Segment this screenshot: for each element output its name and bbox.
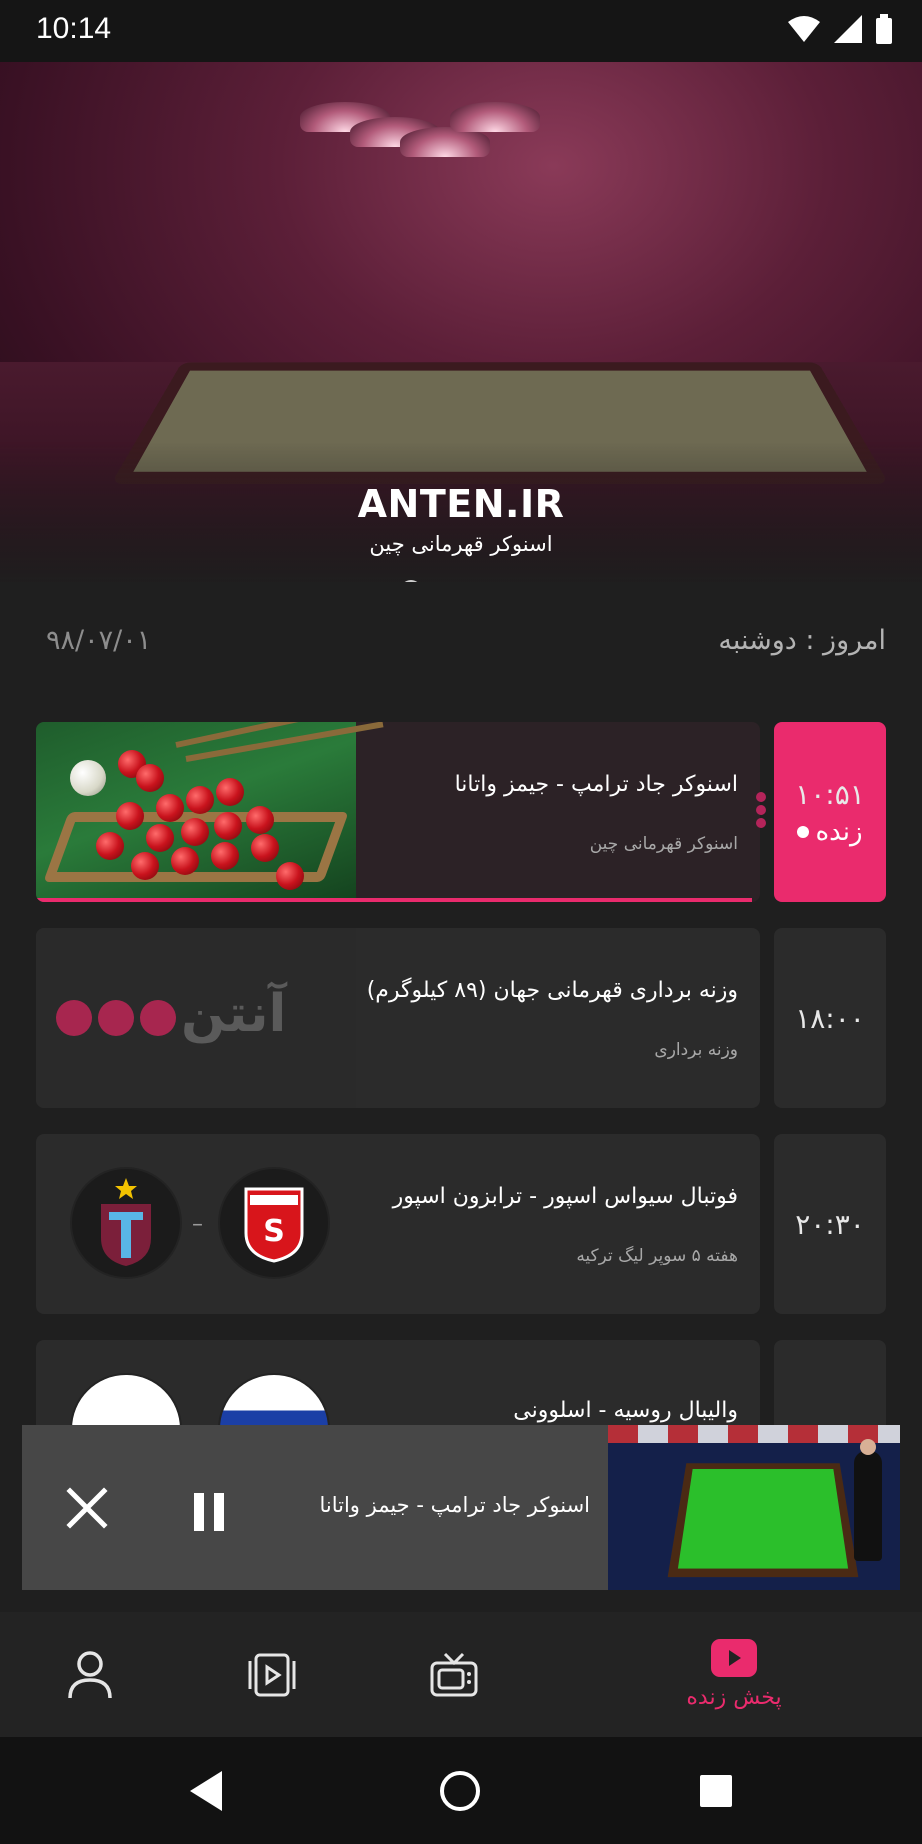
red-ball: [246, 806, 274, 834]
bottom-navigation: پخش زنده: [0, 1612, 922, 1737]
hero-banner[interactable]: ANTEN.IR اسنوکر قهرمانی چین: [0, 62, 922, 582]
today-label: امروز : دوشنبه: [718, 625, 886, 656]
hero-subtitle: اسنوکر قهرمانی چین: [369, 532, 553, 556]
red-ball: [186, 786, 214, 814]
recents-button[interactable]: [690, 1765, 742, 1817]
program-card[interactable]: – S فوتبال سیواس اسپور - ترابزون اسپور ه…: [36, 1134, 760, 1314]
program-category: هفته ۵ سوپر لیگ ترکیه: [576, 1246, 738, 1266]
mini-player[interactable]: اسنوکر جاد ترامپ - جیمز واتانا: [22, 1425, 900, 1590]
recents-icon: [700, 1775, 732, 1807]
program-time: ۱۸:۰۰: [795, 1001, 865, 1035]
live-badge: زنده: [797, 816, 863, 847]
home-icon: [440, 1771, 480, 1811]
red-ball: [156, 794, 184, 822]
sivasspor-logo-icon: S: [220, 1169, 328, 1277]
mini-player-video[interactable]: [608, 1425, 900, 1590]
mini-player-title: اسنوکر جاد ترامپ - جیمز واتانا: [319, 1493, 590, 1517]
wifi-icon: [788, 16, 820, 42]
schedule-date: ۹۸/۰۷/۰۱: [46, 625, 152, 656]
red-ball: [96, 832, 124, 860]
live-label: زنده: [815, 816, 863, 847]
red-ball: [146, 824, 174, 852]
nav-live[interactable]: پخش زنده: [644, 1612, 824, 1737]
program-category: وزنه برداری: [654, 1040, 738, 1060]
lamp-4: [450, 102, 540, 132]
status-bar: 10:14: [0, 0, 922, 62]
red-ball: [216, 778, 244, 806]
program-thumbnail: آنتن: [36, 928, 356, 1108]
back-button[interactable]: [180, 1765, 232, 1817]
program-item[interactable]: ۲۰:۳۰ – S فوتبال سیواس اسپور - ترابزون ا…: [36, 1134, 886, 1314]
program-thumbnail: [36, 722, 384, 902]
tv-icon: [430, 1652, 478, 1696]
program-title: اسنوکر جاد ترامپ - جیمز واتانا: [454, 772, 738, 797]
program-time-box: ۱۸:۰۰: [774, 928, 886, 1108]
cue-ball: [70, 760, 106, 796]
program-time-box: ۱۰:۵۱ زنده: [774, 722, 886, 902]
close-icon[interactable]: [62, 1483, 112, 1533]
live-progress-bar: [36, 898, 752, 902]
versus-separator: –: [192, 1212, 203, 1237]
pause-icon[interactable]: [184, 1487, 234, 1537]
red-ball: [116, 802, 144, 830]
program-item[interactable]: ۱۰:۵۱ زنده اسنوکر جاد ترامپ - جیمز واتان…: [36, 722, 886, 902]
trabzonspor-logo-icon: [72, 1169, 180, 1277]
red-ball: [181, 818, 209, 846]
program-card[interactable]: آنتن وزنه برداری قهرمانی جهان (۸۹ کیلوگر…: [36, 928, 760, 1108]
video-ad-banner: [608, 1425, 900, 1443]
red-ball: [171, 847, 199, 875]
schedule-date-row: امروز : دوشنبه ۹۸/۰۷/۰۱: [36, 625, 886, 665]
nav-videos[interactable]: [182, 1612, 362, 1737]
program-card[interactable]: اسنوکر جاد ترامپ - جیمز واتانا اسنوکر قه…: [36, 722, 760, 902]
program-title: والیبال روسیه - اسلوونی: [513, 1398, 738, 1423]
video-snooker-table: [667, 1463, 859, 1578]
program-title: وزنه برداری قهرمانی جهان (۸۹ کیلوگرم): [366, 978, 738, 1003]
nav-live-label: پخش زنده: [686, 1685, 782, 1710]
red-ball: [131, 852, 159, 880]
svg-text:S: S: [263, 1214, 285, 1249]
brand-logo: ANTEN.IR: [357, 482, 565, 526]
battery-icon: [876, 14, 892, 44]
video-player-figure: [854, 1439, 882, 1561]
more-options-icon[interactable]: [756, 792, 766, 828]
cue-stick: [185, 722, 384, 762]
program-time: ۱۰:۵۱: [795, 777, 865, 811]
brand-word: آنتن: [181, 984, 287, 1044]
red-ball: [251, 834, 279, 862]
red-ball: [214, 812, 242, 840]
video-library-icon: [248, 1653, 296, 1696]
program-category: اسنوکر قهرمانی چین: [589, 834, 738, 854]
live-play-icon: [711, 1639, 757, 1677]
brand-dots-icon: [56, 1000, 176, 1036]
live-dot-icon: [797, 825, 810, 838]
program-time: ۲۰:۳۰: [795, 1207, 865, 1241]
nav-profile[interactable]: [0, 1612, 180, 1737]
status-icons: [788, 14, 892, 44]
system-navigation-bar: [0, 1737, 922, 1844]
red-ball: [276, 862, 304, 890]
home-button[interactable]: [434, 1765, 486, 1817]
program-title: فوتبال سیواس اسپور - ترابزون اسپور: [392, 1184, 738, 1209]
status-time: 10:14: [36, 12, 112, 45]
red-ball: [211, 842, 239, 870]
program-item[interactable]: ۱۸:۰۰ آنتن وزنه برداری قهرمانی جهان (۸۹ …: [36, 928, 886, 1108]
nav-tv[interactable]: [364, 1612, 544, 1737]
signal-icon: [834, 15, 862, 43]
profile-icon: [68, 1650, 112, 1698]
back-icon: [190, 1771, 222, 1811]
program-time-box: ۲۰:۳۰: [774, 1134, 886, 1314]
red-ball: [136, 764, 164, 792]
